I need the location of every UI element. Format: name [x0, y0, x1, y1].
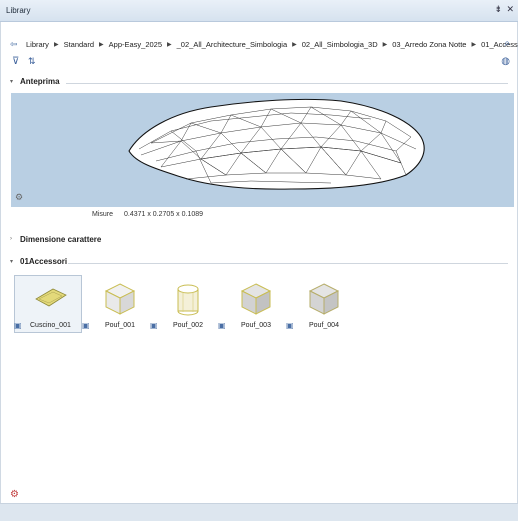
- chevron-right-icon: ▶: [167, 42, 172, 48]
- pouf-cylinder-thumbnail-icon: [177, 284, 199, 316]
- breadcrumb-item[interactable]: _02_All_Architecture_Simbologia: [177, 40, 287, 49]
- breadcrumb-item[interactable]: 02_All_Simbologia_3D: [302, 40, 378, 49]
- chevron-right-icon: ›: [10, 236, 12, 242]
- close-icon[interactable]: ✕: [506, 4, 514, 15]
- pouf-cube-thumbnail-icon: [104, 283, 136, 315]
- status-bar: [0, 503, 518, 521]
- back-arrow-icon[interactable]: ⇦: [10, 39, 18, 50]
- section-preview-label: Anteprima: [20, 77, 60, 86]
- pouf-cube-thumbnail-icon: [308, 283, 340, 315]
- search-icon[interactable]: ⌕: [504, 38, 510, 49]
- divider: [68, 263, 508, 264]
- chevron-right-icon: ▶: [471, 42, 477, 48]
- breadcrumb-item[interactable]: Standard: [64, 40, 94, 49]
- chevron-down-icon: ▾: [10, 259, 14, 265]
- item-type-icon: ▣: [218, 321, 226, 330]
- item-grid: ▣ Cuscino_001 ▣ Pouf_001 ▣ Pouf_002 ▣ Po…: [14, 275, 514, 355]
- pin-icon[interactable]: ⇟: [494, 4, 502, 15]
- item-label[interactable]: Pouf_003: [241, 322, 271, 329]
- sort-icon[interactable]: ⇅: [28, 56, 36, 67]
- chevron-right-icon: ▶: [99, 42, 104, 48]
- chevron-right-icon: ▶: [53, 42, 59, 48]
- item-type-icon: ▣: [14, 321, 22, 330]
- section-accessories-header[interactable]: ▾ 01Accessori: [8, 257, 508, 269]
- item-label[interactable]: Pouf_002: [173, 322, 203, 329]
- cushion-3d-preview: [128, 98, 425, 190]
- chevron-right-icon: ▶: [382, 42, 388, 48]
- breadcrumb-item[interactable]: App-Easy_2025: [109, 40, 162, 49]
- window-title: Library: [6, 6, 31, 15]
- title-bar: Library ⇟ ✕: [0, 0, 518, 22]
- item-label[interactable]: Cuscino_001: [30, 322, 71, 329]
- divider: [66, 83, 508, 84]
- toolbar: ⊽ ⇅ ◍: [0, 54, 518, 72]
- cushion-thumbnail-icon: [35, 288, 67, 307]
- breadcrumb-item[interactable]: 01_Accessori: [481, 40, 518, 49]
- section-preview-header[interactable]: ▾ Anteprima: [8, 77, 508, 89]
- measure-label: Misure: [92, 211, 114, 218]
- preview-viewport[interactable]: ⚙: [11, 93, 514, 207]
- item-type-icon: ▣: [150, 321, 158, 330]
- item-type-icon: ▣: [82, 321, 90, 330]
- section-accessories-label: 01Accessori: [20, 257, 68, 266]
- chevron-down-icon: ▾: [10, 79, 14, 85]
- breadcrumb-trail: Library ▶ Standard ▶ App-Easy_2025 ▶ _02…: [26, 40, 518, 49]
- chevron-right-icon: ▶: [292, 42, 297, 48]
- breadcrumb: ⇦ Library ▶ Standard ▶ App-Easy_2025 ▶ _…: [0, 36, 518, 54]
- breadcrumb-item[interactable]: Library: [26, 40, 49, 49]
- view-options-icon[interactable]: ⚙: [15, 192, 23, 203]
- filter-icon[interactable]: ⊽: [12, 56, 19, 67]
- pouf-cube-thumbnail-icon: [240, 283, 272, 315]
- settings-icon[interactable]: ⚙: [10, 489, 19, 500]
- section-font-size-label: Dimensione carattere: [20, 235, 102, 244]
- item-type-icon: ▣: [286, 321, 294, 330]
- globe-icon[interactable]: ◍: [501, 56, 510, 67]
- item-label[interactable]: Pouf_001: [105, 322, 135, 329]
- measure-value: 0.4371 x 0.2705 x 0.1089: [124, 211, 204, 218]
- section-font-size-header[interactable]: › Dimensione carattere: [8, 235, 508, 247]
- breadcrumb-item[interactable]: 03_Arredo Zona Notte: [392, 40, 466, 49]
- item-label[interactable]: Pouf_004: [309, 322, 339, 329]
